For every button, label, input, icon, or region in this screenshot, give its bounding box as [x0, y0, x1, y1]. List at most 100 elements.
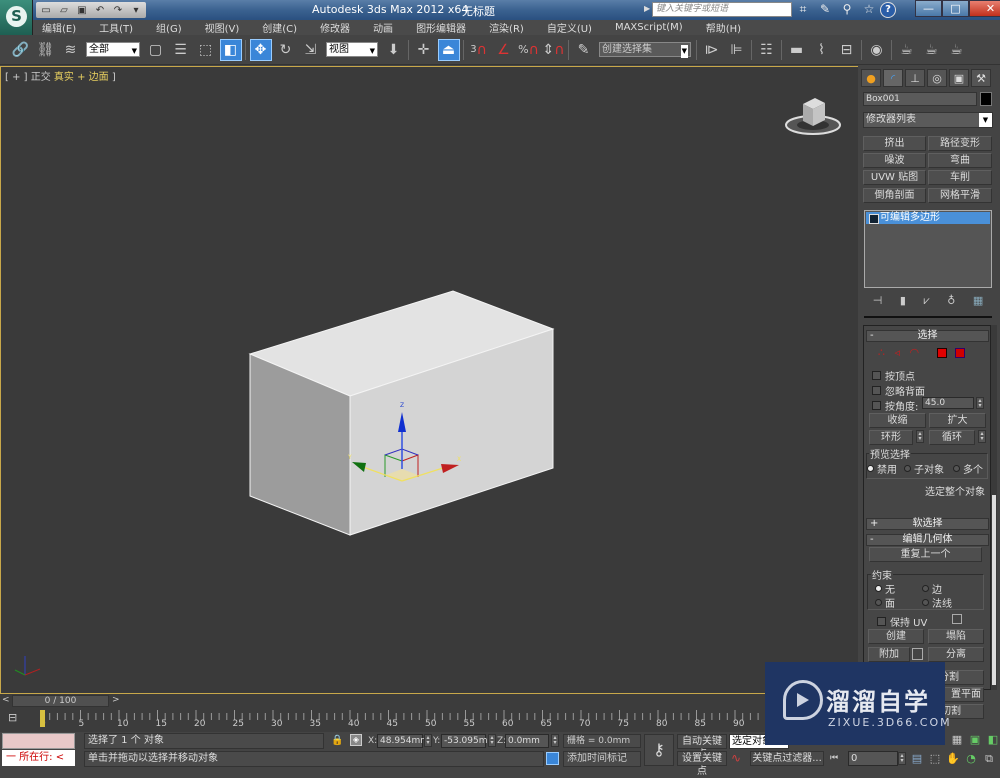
- menu-edit[interactable]: 编辑(E): [42, 20, 76, 35]
- menu-modifiers[interactable]: 修改器: [320, 20, 350, 35]
- previous-frame-button[interactable]: <: [2, 695, 12, 707]
- scene-box-object[interactable]: Z Y X: [240, 285, 570, 545]
- snaps-toggle-icon[interactable]: 3 ∩: [468, 39, 490, 61]
- modifier-meshsmooth-button[interactable]: 网格平滑: [928, 188, 992, 203]
- absolute-mode-transform-icon[interactable]: ◈: [350, 734, 362, 746]
- x-coordinate-field[interactable]: 48.954mm: [377, 734, 429, 748]
- object-color-swatch[interactable]: [980, 92, 992, 106]
- zoom-extents-icon[interactable]: ▣: [968, 733, 982, 747]
- preview-disabled-radio[interactable]: 禁用: [867, 461, 897, 476]
- z-spinner[interactable]: ▴ ▾: [551, 734, 559, 747]
- menu-maxscript[interactable]: MAXScript(M): [615, 22, 683, 33]
- rectangular-selection-icon[interactable]: ⬚: [195, 39, 217, 61]
- ring-spinner[interactable]: ▴ ▾: [916, 430, 924, 443]
- by-vertex-checkbox[interactable]: 按顶点: [872, 368, 915, 383]
- menu-tools[interactable]: 工具(T): [99, 20, 133, 35]
- key-filters-button[interactable]: 关键点过滤器...: [750, 751, 824, 766]
- subobject-vertex-edge-border-icons[interactable]: ∴ ◃ ◠: [878, 346, 922, 359]
- minimize-button[interactable]: —: [915, 0, 942, 17]
- viewcube[interactable]: [783, 92, 843, 137]
- render-setup-icon[interactable]: ☕: [896, 39, 918, 61]
- modifier-lathe-button[interactable]: 车削: [928, 170, 992, 185]
- selection-lock-icon[interactable]: 🔒: [331, 735, 343, 746]
- menu-views[interactable]: 视图(V): [205, 20, 240, 35]
- create-tab-icon[interactable]: ●: [861, 69, 881, 87]
- schematic-view-icon[interactable]: ⊟: [836, 39, 858, 61]
- y-coordinate-field[interactable]: -53.095mm: [441, 734, 496, 748]
- preserve-uv-checkbox[interactable]: 保持 UV: [877, 614, 927, 629]
- modifier-bend-button[interactable]: 弯曲: [928, 153, 992, 168]
- show-end-result-icon[interactable]: ▮: [900, 294, 906, 308]
- utilities-tab-icon[interactable]: ⚒: [971, 69, 991, 87]
- select-by-name-icon[interactable]: ☰: [170, 39, 192, 61]
- spinner-snap-icon[interactable]: ⇕ ∩: [543, 39, 565, 61]
- auto-key-button[interactable]: 自动关键点: [677, 734, 727, 760]
- set-key-button[interactable]: 设置关键点: [677, 751, 727, 777]
- create-button[interactable]: 创建: [868, 629, 924, 644]
- by-angle-checkbox[interactable]: 按角度:: [872, 398, 918, 413]
- selection-rollout-header[interactable]: - 选择: [866, 330, 989, 342]
- open-icon[interactable]: ▱: [58, 5, 70, 16]
- menu-help[interactable]: 帮助(H): [706, 20, 741, 35]
- help-button[interactable]: ?: [880, 2, 896, 18]
- constraint-face-radio[interactable]: 面: [875, 595, 895, 610]
- layer-manager-icon[interactable]: ☷: [756, 39, 778, 61]
- go-to-start-icon[interactable]: ⏮: [830, 753, 838, 763]
- modifier-noise-button[interactable]: 噪波: [863, 153, 926, 168]
- menu-graph-editors[interactable]: 图形编辑器: [416, 20, 466, 35]
- modifier-bevel-profile-button[interactable]: 倒角剖面: [863, 188, 926, 203]
- viewport-view-label[interactable]: 正交: [31, 72, 51, 83]
- loop-spinner[interactable]: ▴ ▾: [978, 430, 986, 443]
- search-input[interactable]: 键入关键字或短语: [652, 2, 792, 17]
- menu-rendering[interactable]: 渲染(R): [489, 20, 524, 35]
- percent-snap-icon[interactable]: % ∩: [518, 39, 540, 61]
- wrench-icon[interactable]: ✎: [818, 2, 832, 17]
- display-tab-icon[interactable]: ▣: [949, 69, 969, 87]
- constraint-none-radio[interactable]: 无: [875, 581, 895, 596]
- reference-coordinate-dropdown[interactable]: 视图: [326, 42, 378, 58]
- modifier-list-dropdown[interactable]: 修改器列表: [863, 112, 993, 128]
- modify-tab-icon[interactable]: ◜: [883, 69, 903, 87]
- maxscript-listener-mini[interactable]: [2, 733, 75, 749]
- x-spinner[interactable]: ▴ ▾: [424, 734, 432, 747]
- window-crossing-icon[interactable]: ◧: [219, 38, 242, 61]
- viewport-label[interactable]: [ + ] 正交 真实 + 边面 ]: [5, 68, 116, 83]
- save-icon[interactable]: ▣: [76, 5, 88, 16]
- current-frame-field[interactable]: 0: [848, 751, 898, 766]
- search-expand-icon[interactable]: ▶: [644, 4, 650, 13]
- zoom-all-icon[interactable]: ▦: [950, 733, 964, 747]
- constraint-edge-radio[interactable]: 边: [922, 581, 942, 596]
- preserve-uv-settings-button[interactable]: [952, 614, 962, 624]
- time-configuration-icon[interactable]: ▤: [910, 752, 924, 766]
- angle-snap-icon[interactable]: ∠: [493, 39, 515, 61]
- shrink-button[interactable]: 收缩: [869, 413, 926, 428]
- select-and-scale-icon[interactable]: ⇲: [300, 39, 322, 61]
- star-icon[interactable]: ☆: [862, 2, 876, 17]
- application-button[interactable]: S: [0, 0, 33, 35]
- curve-editor-icon[interactable]: ⌇: [811, 39, 833, 61]
- stack-item-editable-poly[interactable]: 可编辑多边形: [866, 212, 990, 224]
- binoculars-icon[interactable]: ⌗: [796, 2, 810, 17]
- select-and-move-icon[interactable]: ✥: [249, 38, 272, 61]
- set-key-icon[interactable]: ⚷: [644, 734, 674, 766]
- maximize-viewport-icon[interactable]: ⧉: [982, 752, 996, 766]
- next-frame-button[interactable]: >: [112, 695, 120, 705]
- rendered-frame-window-icon[interactable]: ☕: [921, 39, 943, 61]
- adaptive-degradation-icon[interactable]: [546, 752, 559, 765]
- add-time-tag-button[interactable]: 添加时间标记: [563, 751, 641, 767]
- key-curve-icon[interactable]: ∿: [731, 751, 741, 765]
- preview-multi-radio[interactable]: 多个: [953, 461, 983, 476]
- collapse-button[interactable]: 塌陷: [928, 629, 984, 644]
- pivot-center-icon[interactable]: ⬇: [383, 39, 405, 61]
- mini-curve-editor-icon[interactable]: ⊟: [8, 711, 17, 724]
- repeat-last-button[interactable]: 重复上一个: [869, 547, 982, 562]
- viewport-menu-label[interactable]: [ + ]: [5, 72, 28, 83]
- link-icon[interactable]: 🔗: [10, 39, 32, 61]
- time-slider-thumb[interactable]: 0 / 100: [12, 695, 109, 707]
- select-and-rotate-icon[interactable]: ↻: [275, 39, 297, 61]
- angle-spinner[interactable]: ▴ ▾: [976, 397, 984, 409]
- modifier-extrude-button[interactable]: 挤出: [863, 136, 926, 151]
- redo-icon[interactable]: ↷: [112, 5, 124, 16]
- subobject-element-icon[interactable]: [955, 348, 965, 358]
- menu-create[interactable]: 创建(C): [262, 20, 297, 35]
